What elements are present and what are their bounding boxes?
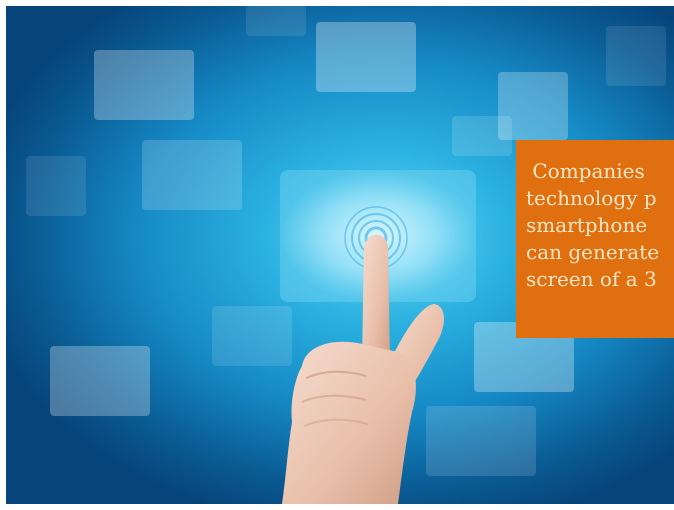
caption-text: Companies technology p smartphone can ge… [526,159,660,291]
caption-box: Companies technology p smartphone can ge… [516,140,674,338]
page: Companies technology p smartphone can ge… [0,0,674,510]
